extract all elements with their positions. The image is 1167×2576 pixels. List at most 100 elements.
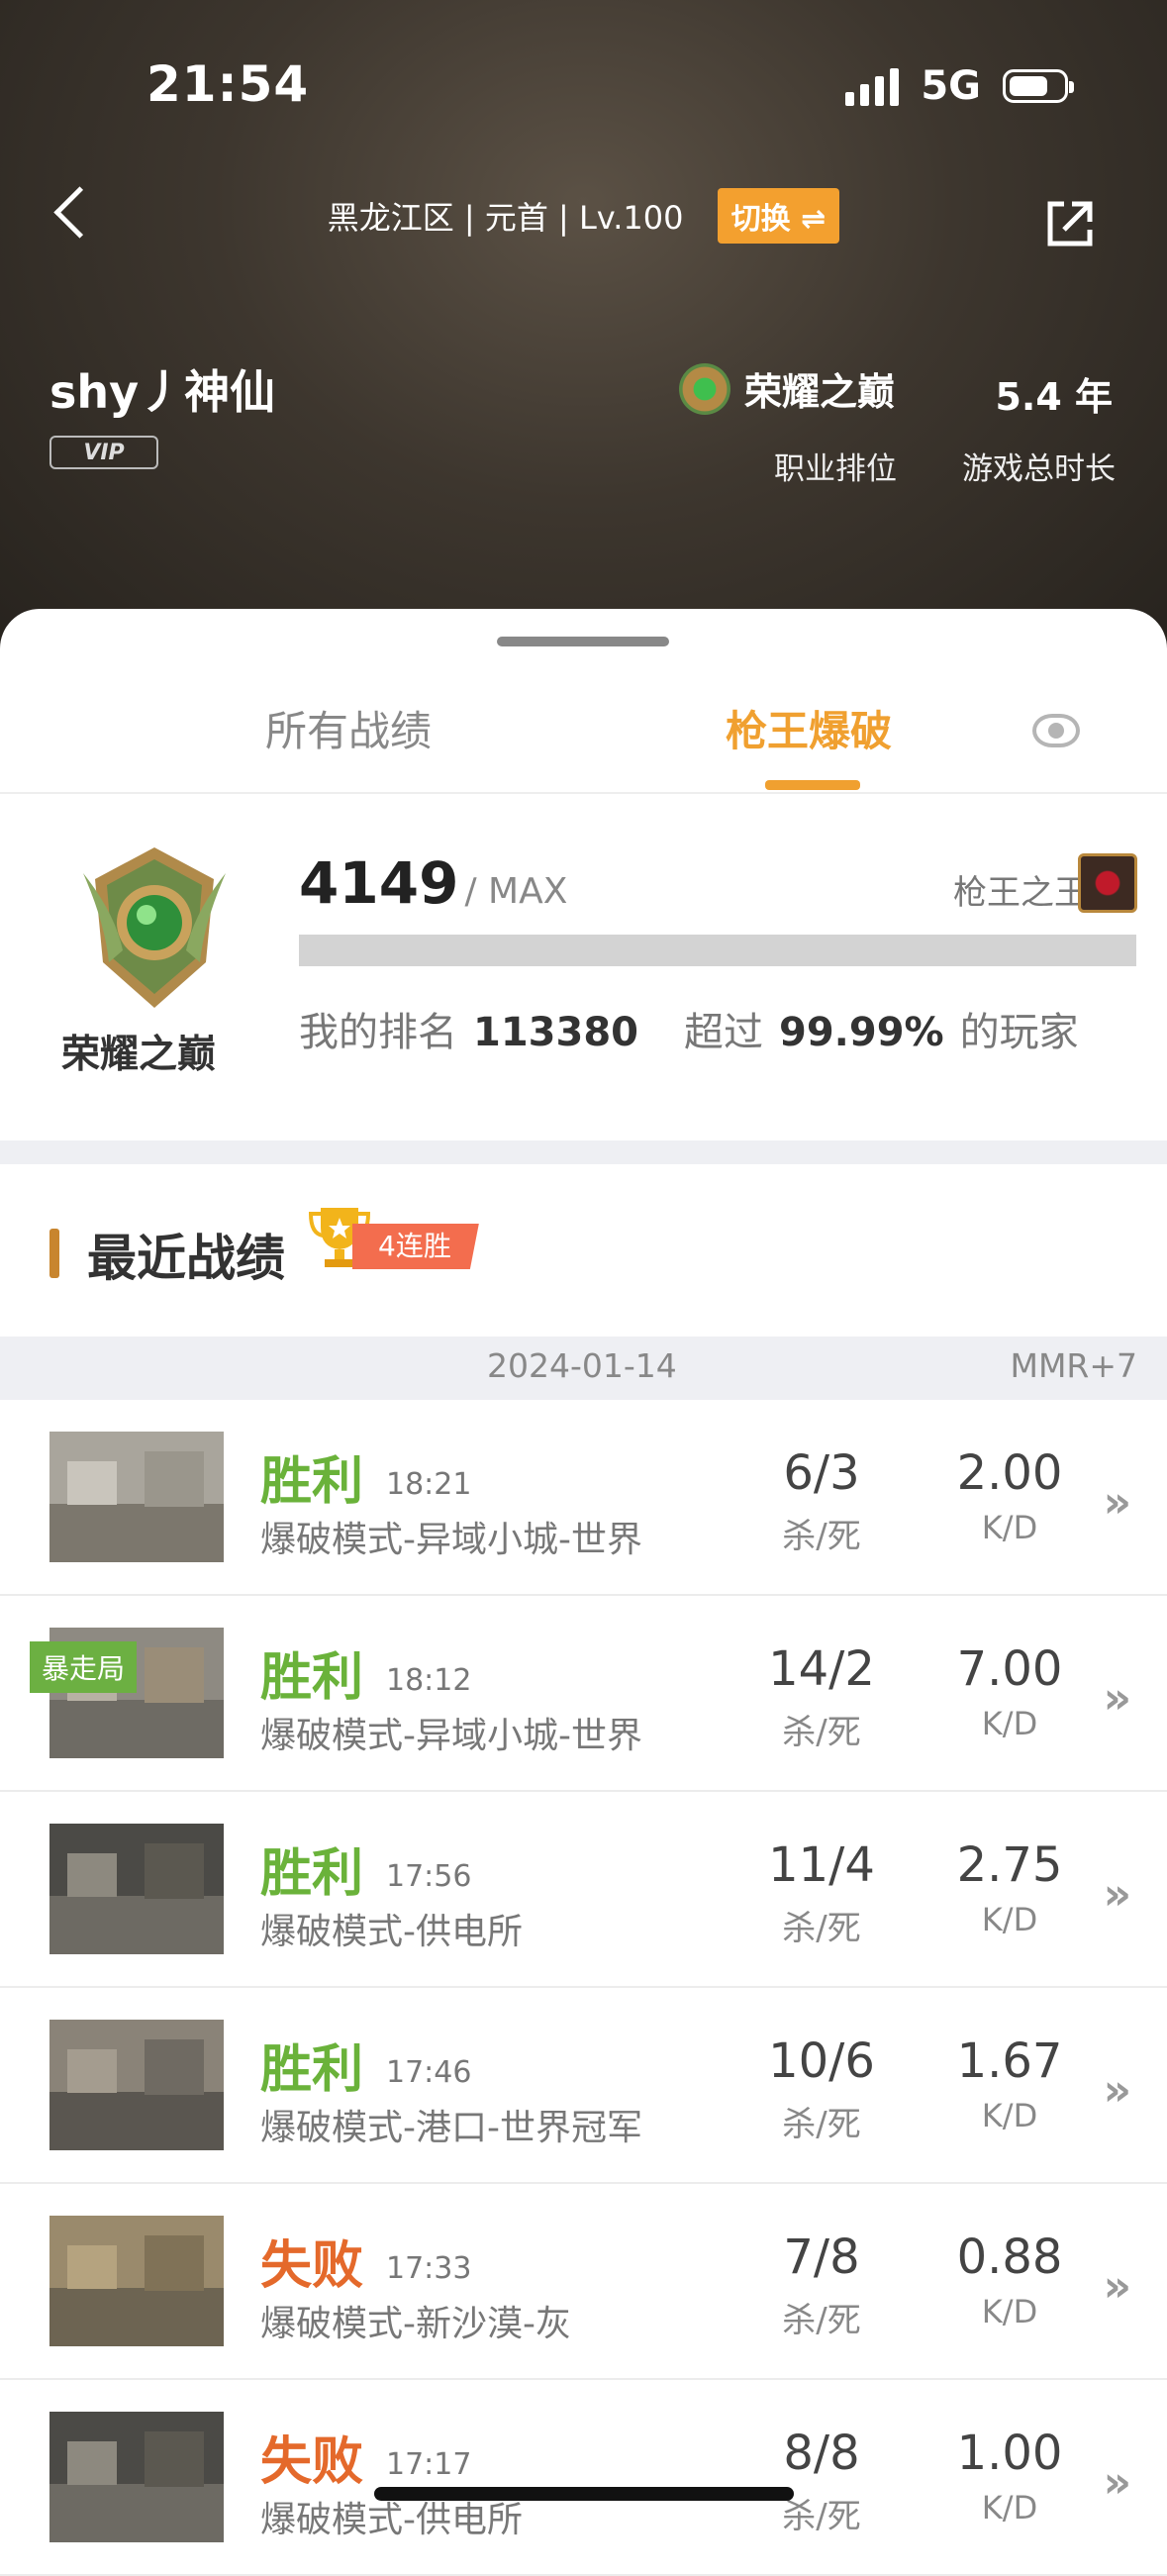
match-time: 18:21: [386, 1467, 472, 1502]
tab-gun-king[interactable]: 枪王爆破: [726, 698, 892, 758]
switch-button[interactable]: 切换 ⇌: [717, 188, 840, 244]
date-row: 2024-01-14 MMR+7: [0, 1337, 1167, 1400]
exceed-label: 超过: [684, 1010, 763, 1055]
tab-underline: [765, 780, 860, 790]
players-label: 的玩家: [959, 1010, 1079, 1055]
play-years-label: 游戏总时长: [962, 451, 1116, 487]
gun-king-label: 枪王之王: [953, 873, 1088, 913]
match-result: 胜利: [260, 1648, 364, 1708]
server-level: 黑龙江区 | 元首 | Lv.100: [327, 199, 684, 237]
mmr-change: MMR+7: [1010, 1346, 1137, 1385]
kd-ratio: 2.75: [956, 1837, 1063, 1893]
match-mode: 爆破模式-港口-世界冠军: [260, 2108, 642, 2148]
kill-death-label: 杀/死: [782, 1517, 861, 1556]
kill-death: 11/4: [768, 1837, 875, 1893]
chevron-right-icon[interactable]: »: [1104, 1673, 1131, 1724]
frenzy-tag: 暴走局: [30, 1641, 138, 1693]
match-time: 17:33: [386, 2251, 472, 2286]
match-row[interactable]: 暴走局 胜利 18:12 爆破模式-异域小城-世界 14/2 杀/死 7.00 …: [0, 1596, 1167, 1792]
match-mode: 爆破模式-新沙漠-灰: [260, 2304, 571, 2344]
user-name: shy丿神仙: [49, 365, 276, 419]
match-row[interactable]: 胜利 18:21 爆破模式-异域小城-世界 6/3 杀/死 2.00 K/D »: [0, 1400, 1167, 1596]
kd-ratio: 1.00: [956, 2426, 1063, 2481]
kd-ratio: 2.00: [956, 1445, 1063, 1501]
rank-summary: 我的排名 113380 超过 99.99% 的玩家: [299, 1000, 1079, 1057]
kd-ratio-label: K/D: [981, 2293, 1038, 2330]
battery-icon: [1003, 69, 1074, 103]
map-thumbnail: [49, 2020, 224, 2150]
match-row[interactable]: 胜利 17:56 爆破模式-供电所 11/4 杀/死 2.75 K/D »: [0, 1792, 1167, 1988]
home-indicator: [374, 2487, 794, 2501]
kd-ratio-label: K/D: [981, 2097, 1038, 2134]
chevron-right-icon[interactable]: »: [1104, 2457, 1131, 2508]
eye-icon[interactable]: [1032, 714, 1080, 747]
kill-death: 10/6: [768, 2033, 875, 2089]
score-value: 4149: [299, 849, 459, 917]
section-divider: [0, 1140, 1167, 1164]
rank-mini-icon: [679, 362, 730, 415]
kill-death: 6/3: [783, 1445, 860, 1501]
match-mode: 爆破模式-异域小城-世界: [260, 1520, 642, 1560]
match-row[interactable]: 失败 17:33 爆破模式-新沙漠-灰 7/8 杀/死 0.88 K/D »: [0, 2184, 1167, 2380]
rank-title: 荣耀之巅: [679, 361, 895, 416]
kd-ratio-label: K/D: [981, 1509, 1038, 1546]
profile-header: 21:54 5G 黑龙江区 | 元首 | Lv.100 切换 ⇌ shy丿神仙 …: [0, 0, 1167, 673]
score-max: / MAX: [464, 871, 568, 912]
rank-label: 职业排位: [774, 451, 897, 487]
match-date: 2024-01-14: [487, 1346, 677, 1385]
match-time: 17:46: [386, 2055, 472, 2090]
match-result: 失败: [260, 2432, 364, 2492]
kd-ratio-label: K/D: [981, 2489, 1038, 2526]
vip-badge[interactable]: VIP: [49, 436, 158, 469]
chevron-right-icon[interactable]: »: [1104, 1477, 1131, 1528]
kill-death: 7/8: [783, 2229, 860, 2285]
match-time: 18:12: [386, 1663, 472, 1698]
gun-king-icon: [1078, 853, 1137, 913]
tab-bar: 所有战绩 枪王爆破: [0, 678, 1167, 794]
share-icon[interactable]: [1042, 196, 1098, 251]
kd-ratio-label: K/D: [981, 1901, 1038, 1938]
match-result: 胜利: [260, 1452, 364, 1512]
exceed-percent: 99.99%: [779, 1010, 944, 1055]
match-row[interactable]: 胜利 17:46 爆破模式-港口-世界冠军 10/6 杀/死 1.67 K/D …: [0, 1988, 1167, 2184]
network-label: 5G: [921, 63, 981, 109]
rank-score: 4149/ MAX: [299, 849, 567, 917]
match-result: 胜利: [260, 1844, 364, 1904]
match-list: 胜利 18:21 爆破模式-异域小城-世界 6/3 杀/死 2.00 K/D »…: [0, 1400, 1167, 2576]
recent-title: 最近战绩: [87, 1230, 285, 1287]
kill-death: 8/8: [783, 2426, 860, 2481]
chevron-right-icon[interactable]: »: [1104, 1869, 1131, 1920]
play-years: 5.4 年: [995, 375, 1113, 419]
match-row[interactable]: 失败 17:17 爆破模式-供电所 8/8 杀/死 1.00 K/D »: [0, 2380, 1167, 2576]
match-result: 失败: [260, 2236, 364, 2296]
match-time: 17:56: [386, 1859, 472, 1894]
rank-emblem-icon: [83, 847, 226, 1008]
recent-accent-bar: [49, 1229, 59, 1278]
drag-handle[interactable]: [497, 637, 669, 646]
kd-ratio: 7.00: [956, 1641, 1063, 1697]
map-thumbnail: [49, 2216, 224, 2346]
match-mode: 爆破模式-供电所: [260, 1912, 523, 1952]
kill-death-label: 杀/死: [782, 1909, 861, 1948]
my-rank-value: 113380: [473, 1010, 638, 1055]
kill-death-label: 杀/死: [782, 2301, 861, 2340]
chevron-right-icon[interactable]: »: [1104, 2065, 1131, 2116]
signal-icon: [845, 66, 900, 106]
win-streak-badge: 4连胜: [352, 1224, 479, 1269]
tab-all-records[interactable]: 所有战绩: [265, 698, 432, 758]
map-thumbnail: [49, 2412, 224, 2542]
chevron-right-icon[interactable]: »: [1104, 2261, 1131, 2312]
kd-ratio: 0.88: [956, 2229, 1063, 2285]
my-rank-label: 我的排名: [299, 1010, 457, 1055]
rank-card: 荣耀之巅 4149/ MAX 枪王之王 我的排名 113380 超过 99.99% 的玩…: [0, 794, 1167, 1140]
match-mode: 爆破模式-异域小城-世界: [260, 1716, 642, 1756]
score-progress-bar: [299, 935, 1136, 966]
map-thumbnail: [49, 1824, 224, 1954]
match-time: 17:17: [386, 2447, 472, 2482]
rank-title-text: 荣耀之巅: [744, 370, 896, 414]
score-progress-fill: [299, 935, 1136, 966]
kill-death-label: 杀/死: [782, 2105, 861, 2144]
match-result: 胜利: [260, 2040, 364, 2100]
status-time: 21:54: [146, 55, 310, 113]
kill-death-label: 杀/死: [782, 1713, 861, 1752]
